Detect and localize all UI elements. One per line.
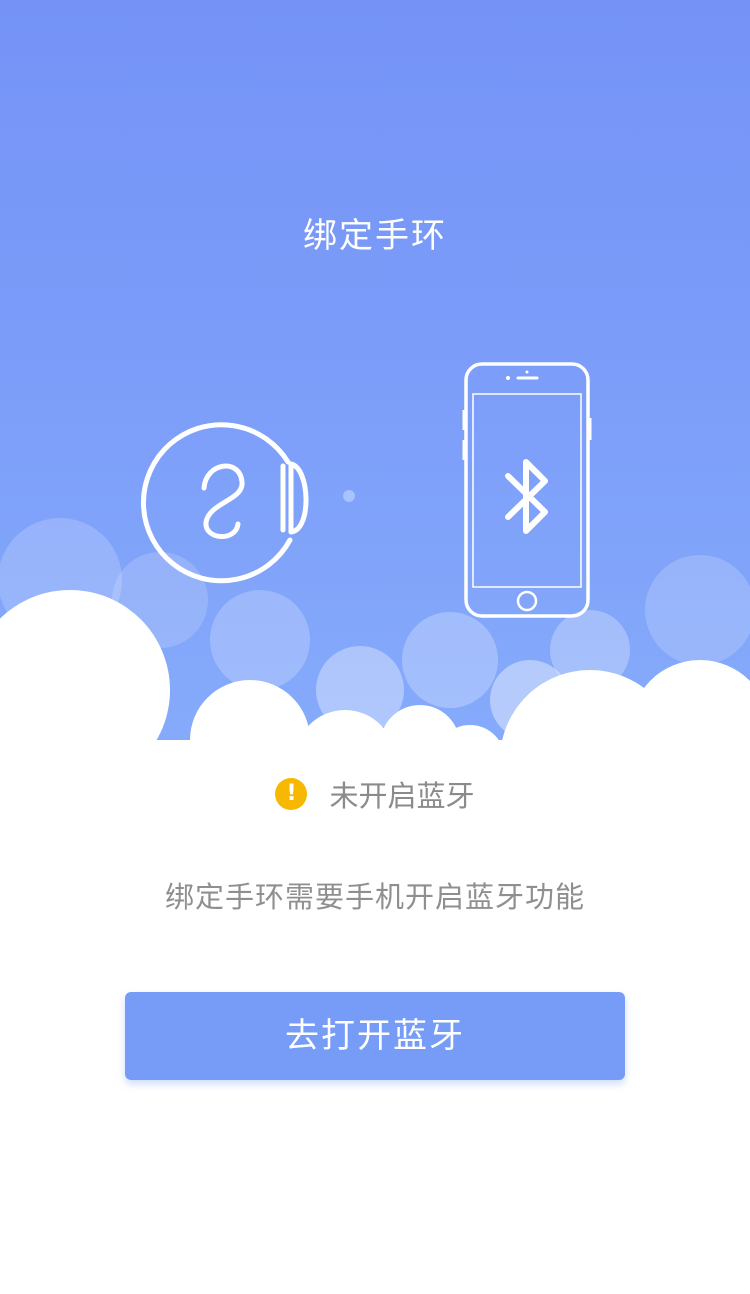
bluetooth-status: ! 未开启蓝牙	[0, 772, 750, 816]
bluetooth-icon	[505, 459, 548, 534]
description-text: 绑定手环需要手机开启蓝牙功能	[164, 880, 585, 914]
band-icon	[141, 422, 309, 584]
status-text: 未开启蓝牙	[329, 779, 475, 813]
open-bluetooth-button[interactable]: 去打开蓝牙	[125, 992, 625, 1080]
hero-banner: 绑定手环	[0, 0, 750, 760]
illustration	[0, 362, 750, 760]
warning-icon: !	[275, 778, 308, 810]
connection-dot	[343, 490, 355, 502]
